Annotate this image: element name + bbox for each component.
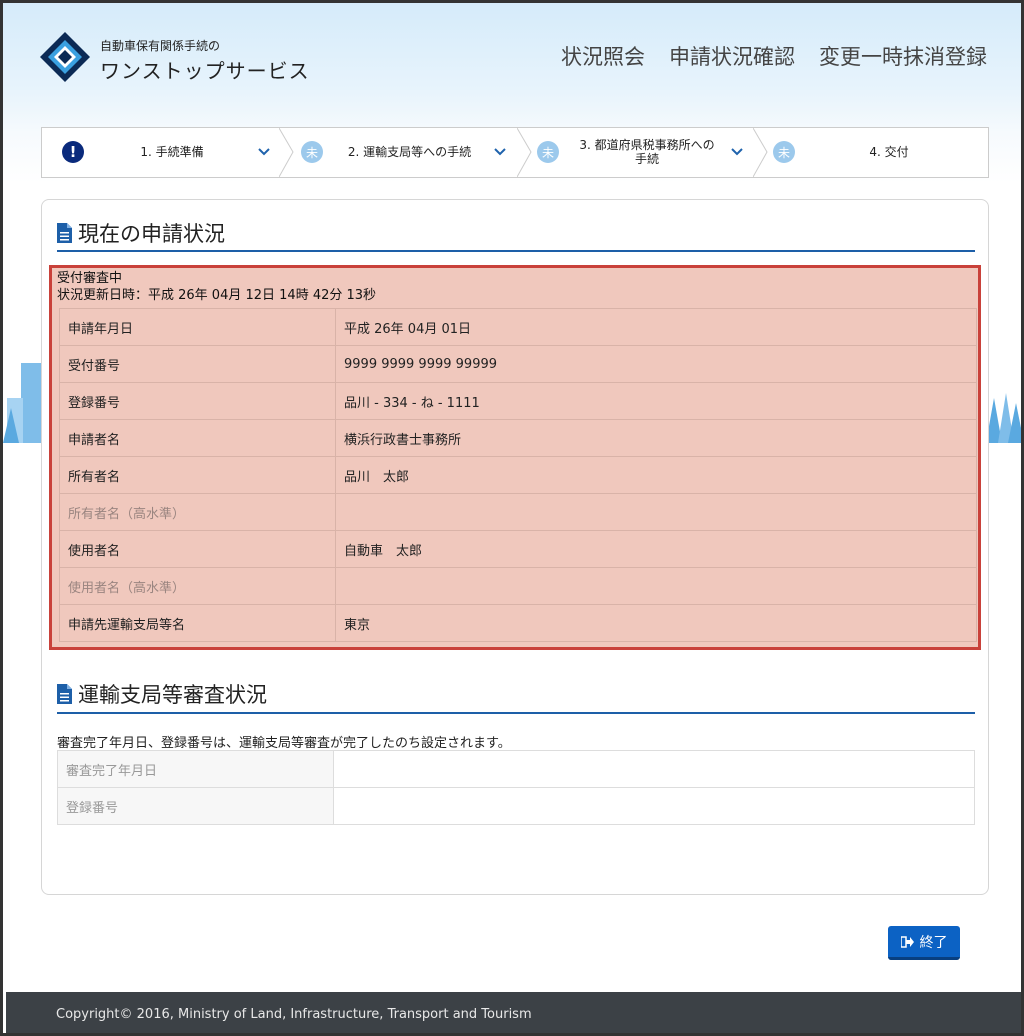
chevron-down-icon <box>731 148 743 156</box>
row-key: 申請先運輸支局等名 <box>59 604 336 642</box>
row-key: 審査完了年月日 <box>57 750 334 788</box>
table-row: 登録番号 品川 - 334 - ね - 1111 <box>59 382 977 420</box>
row-key: 所有者名 <box>59 456 336 494</box>
table-row: 所有者名（高水準） <box>59 493 977 531</box>
status-updated: 状況更新日時：平成 26年 04月 12日 14時 42分 13秒 <box>57 288 377 303</box>
table-row: 申請者名 横浜行政書士事務所 <box>59 419 977 457</box>
logout-icon <box>900 935 914 948</box>
current-status-heading: 現在の申請状況 <box>57 218 225 248</box>
step-4[interactable]: 未 4. 交付 <box>769 128 989 177</box>
step-4-label: 4. 交付 <box>869 144 909 159</box>
row-value <box>335 567 977 605</box>
table-row: 申請先運輸支局等名 東京 <box>59 604 977 642</box>
status-block: 受付審査中 状況更新日時：平成 26年 04月 12日 14時 42分 13秒 <box>57 270 376 304</box>
table-row: 審査完了年月日 <box>57 750 975 788</box>
step-1[interactable]: ! 1. 手続準備 <box>42 128 279 177</box>
warning-icon: ! <box>62 141 84 163</box>
current-status-title: 現在の申請状況 <box>78 222 225 246</box>
not-started-icon: 未 <box>537 141 559 163</box>
row-value: 横浜行政書士事務所 <box>335 419 977 457</box>
table-row: 申請年月日 平成 26年 04月 01日 <box>59 308 977 346</box>
nav-change-deregistration[interactable]: 変更一時抹消登録 <box>819 41 987 71</box>
row-value <box>335 493 977 531</box>
step-3[interactable]: 未 3. 都道府県税事務所への 手続 <box>533 128 755 177</box>
chevron-down-icon <box>258 148 270 156</box>
heading-rule <box>57 712 975 714</box>
row-value <box>333 750 975 788</box>
not-started-icon: 未 <box>301 141 323 163</box>
review-status-title: 運輸支局等審査状況 <box>78 683 267 707</box>
top-nav: 状況照会 申請状況確認 変更一時抹消登録 <box>561 41 987 71</box>
step-2[interactable]: 未 2. 運輸支局等への手続 <box>297 128 519 177</box>
logo-icon <box>40 32 90 82</box>
step-2-label: 2. 運輸支局等への手続 <box>347 144 472 159</box>
row-key: 使用者名 <box>59 530 336 568</box>
step-3-label: 3. 都道府県税事務所への 手続 <box>579 137 715 166</box>
brand-subtitle: 自動車保有関係手続の <box>100 39 221 53</box>
review-note: 審査完了年月日、登録番号は、運輸支局等審査が完了したのち設定されます。 <box>57 736 511 751</box>
row-value: 品川 - 334 - ね - 1111 <box>335 382 977 420</box>
row-key: 申請者名 <box>59 419 336 457</box>
row-key: 登録番号 <box>59 382 336 420</box>
step-separator <box>279 128 294 177</box>
table-row: 所有者名 品川 太郎 <box>59 456 977 494</box>
table-row: 使用者名（高水準） <box>59 567 977 605</box>
row-key: 申請年月日 <box>59 308 336 346</box>
table-row: 使用者名 自動車 太郎 <box>59 530 977 568</box>
row-key: 受付番号 <box>59 345 336 383</box>
document-icon <box>57 684 72 704</box>
row-value: 自動車 太郎 <box>335 530 977 568</box>
step-separator <box>753 128 768 177</box>
row-value: 品川 太郎 <box>335 456 977 494</box>
nav-status-inquiry[interactable]: 状況照会 <box>561 41 645 71</box>
status-text: 受付審査中 <box>57 271 123 286</box>
table-row: 登録番号 <box>57 787 975 825</box>
current-status-highlight: 受付審査中 状況更新日時：平成 26年 04月 12日 14時 42分 13秒 … <box>49 265 981 650</box>
row-value <box>333 787 975 825</box>
current-status-table: 申請年月日 平成 26年 04月 01日 受付番号 9999 9999 9999 9… <box>59 308 977 642</box>
step-separator <box>517 128 532 177</box>
nav-application-status[interactable]: 申請状況確認 <box>669 41 795 71</box>
row-value: 9999 9999 9999 99999 <box>335 345 977 383</box>
skyline-left-decoration <box>3 363 41 443</box>
skyline-right-decoration <box>986 393 1021 443</box>
review-status-table: 審査完了年月日 登録番号 <box>57 750 975 825</box>
heading-rule <box>57 250 975 252</box>
brand-title: ワンストップサービス <box>100 59 310 83</box>
row-key: 登録番号 <box>57 787 334 825</box>
document-icon <box>57 223 72 243</box>
end-button-label: 終了 <box>919 934 948 951</box>
row-value: 東京 <box>335 604 977 642</box>
copyright-text: Copyright© 2016, Ministry of Land, Infra… <box>56 1006 532 1022</box>
step-1-label: 1. 手続準備 <box>140 144 204 159</box>
not-started-icon: 未 <box>773 141 795 163</box>
chevron-down-icon <box>494 148 506 156</box>
end-button[interactable]: 終了 <box>888 926 960 960</box>
table-row: 受付番号 9999 9999 9999 99999 <box>59 345 977 383</box>
footer: Copyright© 2016, Ministry of Land, Infra… <box>6 992 1021 1033</box>
progress-steps: ! 1. 手続準備 未 2. 運輸支局等への手続 未 3. 都道府県税事務所への… <box>41 127 989 178</box>
row-value: 平成 26年 04月 01日 <box>335 308 977 346</box>
row-key: 所有者名（高水準） <box>59 493 336 531</box>
page-frame: 自動車保有関係手続の ワンストップサービス 状況照会 申請状況確認 変更一時抹消… <box>0 0 1024 1036</box>
review-status-heading: 運輸支局等審査状況 <box>57 679 267 709</box>
row-key: 使用者名（高水準） <box>59 567 336 605</box>
status-panel: 現在の申請状況 受付審査中 状況更新日時：平成 26年 04月 12日 14時 … <box>41 199 989 895</box>
